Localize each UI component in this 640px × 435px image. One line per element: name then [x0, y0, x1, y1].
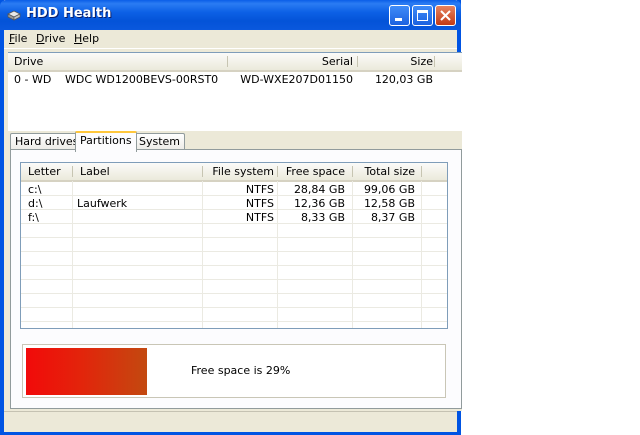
free-space-bar [26, 348, 147, 395]
partition-file-system: NTFS [245, 183, 274, 196]
menu-help-rest: elp [82, 32, 100, 45]
partition-total-size: 12,58 GB [363, 197, 415, 210]
partition-letter: c:\ [28, 183, 42, 196]
partition-free-space: 12,36 GB [293, 197, 345, 210]
grid-line [21, 293, 447, 294]
partition-list[interactable]: Letter Label File system Free space Tota… [20, 162, 448, 329]
column-divider[interactable] [202, 166, 203, 177]
menu-file[interactable]: File [9, 32, 27, 45]
tab-partitions[interactable]: Partitions [75, 131, 137, 152]
close-button[interactable] [435, 5, 456, 26]
column-divider[interactable] [357, 56, 358, 67]
partition-file-system: NTFS [245, 211, 274, 224]
column-divider[interactable] [434, 56, 435, 67]
menu-drive-rest: rive [44, 32, 66, 45]
window-title: HDD Health [26, 6, 112, 21]
tab-hard-drives[interactable]: Hard drives [10, 133, 84, 150]
drive-size: 120,03 GB [374, 73, 433, 86]
close-icon [440, 10, 451, 21]
partition-free-space: 28,84 GB [293, 183, 345, 196]
column-header-free-space[interactable]: Free space [286, 165, 345, 178]
partition-letter: d:\ [28, 197, 43, 210]
column-divider[interactable] [421, 166, 422, 177]
partition-list-header: Letter Label File system Free space Tota… [21, 163, 447, 182]
tab-control: Hard drives Partitions System Letter Lab… [8, 131, 462, 411]
drive-id: 0 - WD [14, 73, 52, 86]
title-bar[interactable]: HDD Health [0, 0, 461, 30]
column-header-serial[interactable]: Serial [322, 55, 353, 68]
drive-list-header: Drive Serial Size [8, 53, 462, 72]
partition-letter: f:\ [28, 211, 39, 224]
menu-bar: File Drive Help [4, 30, 457, 49]
free-space-text: Free space is 29% [191, 364, 291, 377]
column-header-drive[interactable]: Drive [14, 55, 43, 68]
column-header-label[interactable]: Label [80, 165, 110, 178]
menu-file-rest: ile [14, 32, 28, 45]
column-header-file-system[interactable]: File system [212, 165, 274, 178]
column-divider[interactable] [227, 56, 228, 67]
tab-system[interactable]: System [134, 133, 186, 150]
partition-total-size: 8,37 GB [370, 211, 415, 224]
drive-serial: WD-WXE207D01150 [240, 73, 353, 86]
grid-line [21, 265, 447, 266]
column-divider[interactable] [277, 166, 278, 177]
menu-drive[interactable]: Drive [36, 32, 65, 45]
maximize-button[interactable] [412, 5, 433, 26]
column-divider[interactable] [72, 166, 73, 177]
drive-list[interactable]: Drive Serial Size 0 - WD WDC WD1200BEVS-… [8, 52, 462, 132]
grid-line [21, 251, 447, 252]
column-divider[interactable] [352, 166, 353, 177]
maximize-icon [417, 10, 428, 21]
column-header-size[interactable]: Size [410, 55, 433, 68]
partition-file-system: NTFS [245, 197, 274, 210]
free-space-panel: Free space is 29% [22, 344, 446, 398]
partitions-panel: Letter Label File system Free space Tota… [10, 149, 462, 409]
app-window: HDD Health File Drive Help Drive Serial … [0, 0, 462, 435]
grid-line [21, 237, 447, 238]
hard-drive-icon [6, 7, 22, 23]
grid-line [21, 279, 447, 280]
column-header-letter[interactable]: Letter [28, 165, 61, 178]
grid-line [21, 307, 447, 308]
drive-model: WDC WD1200BEVS-00RST0 [65, 73, 219, 86]
minimize-icon [395, 18, 402, 21]
menu-help[interactable]: Help [74, 32, 99, 45]
column-header-total-size[interactable]: Total size [364, 165, 415, 178]
partition-free-space: 8,33 GB [300, 211, 345, 224]
minimize-button[interactable] [389, 5, 410, 26]
status-bar [4, 411, 457, 432]
partition-total-size: 99,06 GB [363, 183, 415, 196]
partition-label: Laufwerk [77, 197, 128, 210]
grid-line [21, 321, 447, 322]
